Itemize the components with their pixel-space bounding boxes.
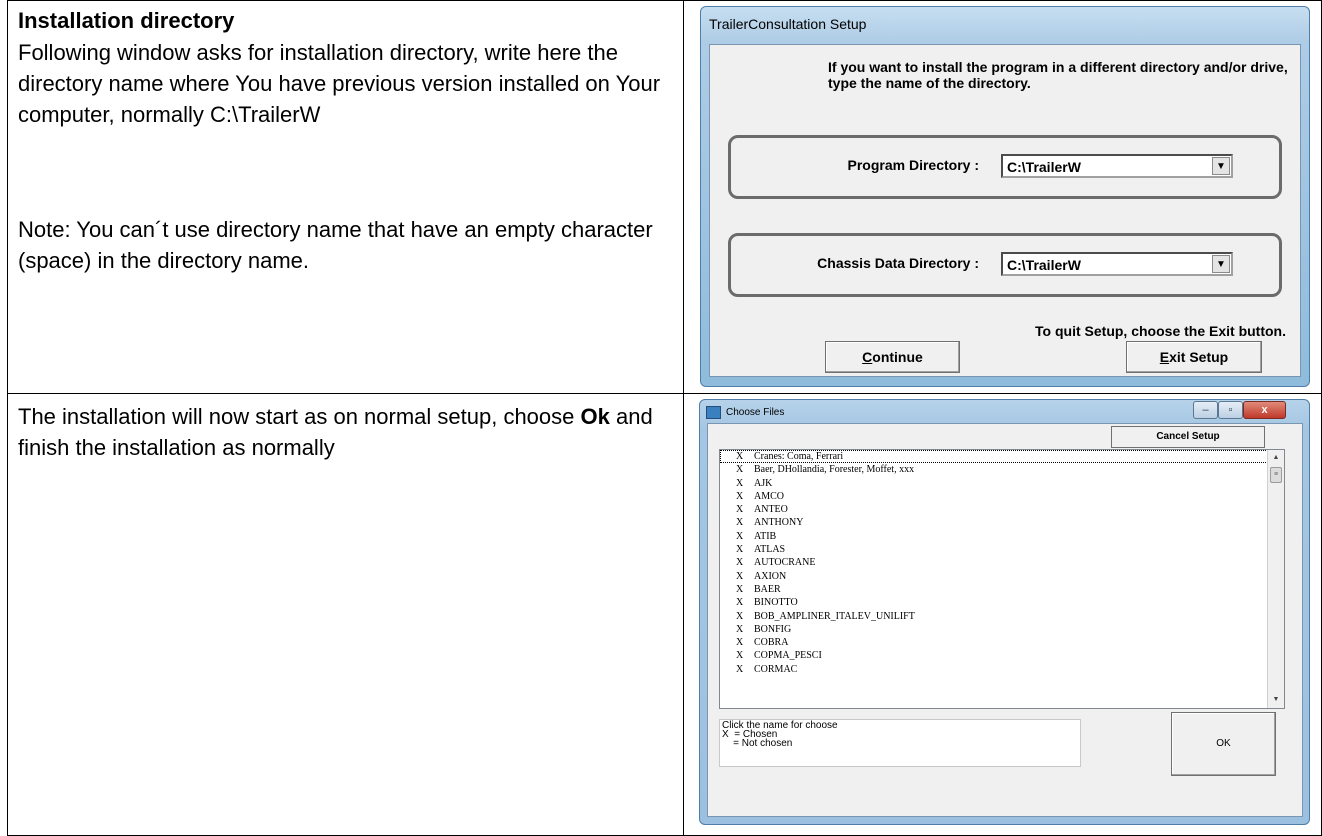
file-chosen-mark: X [736,544,744,556]
quit-instructions: To quit Setup, choose the Exit button. [1035,323,1286,339]
file-chosen-mark: X [736,504,744,516]
list-item[interactable]: X COPMA_PESCI [720,649,1268,662]
section-heading: Installation directory [18,8,235,33]
list-item[interactable]: X Cranes: Coma, Ferrari [720,450,1268,464]
exit-setup-button[interactable]: Exit Setup [1126,341,1262,373]
file-name: BAER [754,583,781,595]
file-name: Cranes: Coma, Ferrari [754,451,844,462]
list-item[interactable]: X AXION [720,570,1268,583]
exit-label: xit Setup [1169,349,1229,365]
file-name: ANTHONY [754,517,804,529]
choose-files-client: Cancel Setup X Cranes: Coma, Ferrari X Baer… [707,423,1303,817]
program-directory-group: Program Directory : C:\TrailerW ▼ [728,135,1282,199]
scroll-thumb[interactable]: ≡ [1270,467,1282,483]
list-item[interactable]: X BINOTTO [720,596,1268,609]
file-chosen-mark: X [736,570,744,582]
file-chosen-mark: X [736,490,744,502]
file-chosen-mark: X [736,464,744,476]
continue-accelerator: C [862,349,873,365]
list-item[interactable]: X BOB_AMPLINER_ITALEV_UNILIFT [720,610,1268,623]
close-icon[interactable]: x [1243,401,1286,419]
continue-button[interactable]: Continue [825,341,960,373]
file-chosen-mark: X [736,637,744,649]
list-item[interactable]: X CORMAC [720,663,1268,676]
file-name: ATLAS [754,544,786,556]
file-chosen-mark: X [736,451,744,462]
file-chosen-mark: X [736,477,744,489]
file-chosen-mark: X [736,610,744,622]
list-item[interactable]: X Baer, DHollandia, Forester, Moffet, xxx [720,463,1268,476]
file-name: ATIB [754,530,777,542]
exit-accelerator: E [1159,349,1170,365]
file-name: CORMAC [754,663,798,675]
file-name: Baer, DHollandia, Forester, Moffet, xxx [754,464,915,476]
file-chosen-mark: X [736,623,744,635]
list-item[interactable]: X AMCO [720,490,1268,503]
file-name: BOB_AMPLINER_ITALEV_UNILIFT [754,610,915,622]
setup-intro-text: If you want to install the program in a … [828,59,1288,91]
minimize-icon[interactable]: – [1193,401,1218,419]
file-name: AMCO [754,490,785,502]
chevron-down-icon[interactable]: ▼ [1212,255,1230,273]
choose-files-title: Choose Files [726,407,785,418]
file-chosen-mark: X [736,557,744,569]
file-name: COPMA_PESCI [754,650,822,662]
list-item[interactable]: X COBRA [720,636,1268,649]
directory-instructions: Following window asks for installation d… [18,40,661,127]
list-item[interactable]: X ATIB [720,530,1268,543]
list-item[interactable]: X ANTEO [720,503,1268,516]
file-name: AJK [754,477,773,489]
file-name: BINOTTO [754,597,798,609]
list-item[interactable]: X BONFIG [720,623,1268,636]
file-chosen-mark: X [736,583,744,595]
file-list-rows: X Cranes: Coma, Ferrari X Baer, DHollandia,… [720,450,1268,676]
file-chosen-mark: X [736,597,744,609]
list-item[interactable]: X AJK [720,477,1268,490]
scroll-up-icon[interactable]: ▲ [1268,450,1284,466]
setup-window-client: If you want to install the program in a … [709,44,1301,377]
chassis-directory-combo[interactable]: C:\TrailerW ▼ [1001,252,1233,276]
setup-window-title: TrailerConsultation Setup [709,16,867,32]
list-item[interactable]: X ATLAS [720,543,1268,556]
file-chosen-mark: X [736,530,744,542]
scroll-down-icon[interactable]: ▼ [1268,692,1284,708]
cancel-setup-button[interactable]: Cancel Setup [1111,426,1265,448]
file-name: BONFIG [754,623,792,635]
installation-start-text-a: The installation will now start as on no… [18,404,581,429]
list-item[interactable]: X AUTOCRANE [720,556,1268,569]
app-icon [706,406,721,419]
file-name: ANTEO [754,504,788,516]
legend-line-not-chosen: = Not chosen [722,738,793,749]
chassis-directory-group: Chassis Data Directory : C:\TrailerW ▼ [728,233,1282,297]
file-name: AUTOCRANE [754,557,816,569]
maximize-icon[interactable]: ▫ [1218,401,1243,419]
ok-button[interactable]: OK [1171,712,1276,776]
program-directory-label: Program Directory : [847,157,979,173]
list-scrollbar[interactable]: ▲ ≡ ▼ [1267,450,1284,708]
choose-files-window: Choose Files – ▫ x Cancel Setup X Cranes:… [699,399,1310,825]
list-item[interactable]: X BAER [720,583,1268,596]
file-chosen-mark: X [736,517,744,529]
chevron-down-icon[interactable]: ▼ [1212,157,1230,175]
chassis-directory-label: Chassis Data Directory : [817,255,979,271]
file-chosen-mark: X [736,650,744,662]
list-item[interactable]: X ANTHONY [720,516,1268,529]
file-list[interactable]: X Cranes: Coma, Ferrari X Baer, DHollandia,… [719,449,1285,709]
continue-label: ontinue [872,349,923,365]
ok-emphasis: Ok [580,404,610,429]
file-name: AXION [754,570,787,582]
setup-window: TrailerConsultation Setup If you want to… [700,6,1310,387]
program-directory-value: C:\TrailerW [1007,159,1081,175]
choose-legend: Click the name for choose X = Chosen = N… [719,719,1081,767]
file-chosen-mark: X [736,663,744,675]
installation-start-text: The installation will now start as on no… [18,401,678,463]
program-directory-combo[interactable]: C:\TrailerW ▼ [1001,154,1233,178]
space-note: Note: You can´t use directory name that … [18,217,653,273]
file-name: COBRA [754,637,789,649]
chassis-directory-value: C:\TrailerW [1007,257,1081,273]
